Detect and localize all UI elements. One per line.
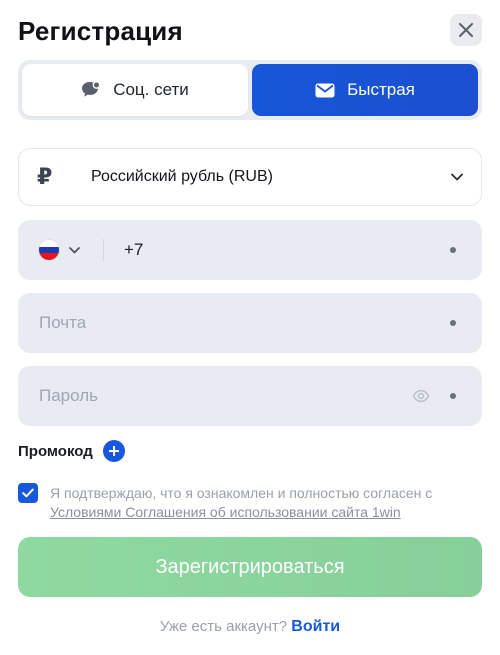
ruble-icon: ₽ (37, 164, 53, 189)
eye-icon[interactable] (412, 387, 430, 405)
login-link[interactable]: Войти (291, 618, 340, 635)
tab-social-label: Соц. сети (113, 80, 189, 99)
promo-code-label: Промокод (18, 442, 93, 460)
close-icon (459, 23, 473, 37)
agreement-text: Я подтверждаю, что я ознакомлен и полнос… (50, 485, 433, 501)
chevron-down-icon (451, 173, 463, 181)
promo-code-row: Промокод (18, 440, 125, 462)
required-indicator (450, 393, 456, 399)
agreement-checkbox[interactable] (18, 483, 38, 503)
email-field[interactable]: Почта (18, 293, 482, 353)
country-code-select[interactable] (18, 220, 103, 280)
login-prompt: Уже есть аккаунт? (159, 618, 288, 635)
email-placeholder: Почта (39, 313, 87, 332)
chat-bubble-icon (82, 81, 101, 97)
phone-field[interactable]: +7 (18, 220, 482, 280)
header: Регистрация (18, 14, 482, 50)
chevron-down-icon (69, 246, 80, 253)
password-placeholder: Пароль (39, 386, 98, 405)
checkmark-icon (22, 488, 34, 498)
russia-flag-icon (39, 240, 59, 260)
registration-tabs: Соц. сети Быстрая (18, 60, 482, 120)
register-button[interactable]: Зарегистрироваться (18, 537, 482, 597)
required-indicator (450, 320, 456, 326)
page-title: Регистрация (18, 16, 183, 46)
agreement-text-block: Я подтверждаю, что я ознакомлен и полнос… (50, 484, 490, 522)
plus-icon (108, 446, 119, 456)
close-button[interactable] (450, 14, 482, 46)
currency-select[interactable]: ₽ Российский рубль (RUB) (18, 148, 482, 206)
required-indicator (450, 247, 456, 253)
envelope-icon (315, 83, 335, 97)
tab-fast[interactable]: Быстрая (252, 64, 478, 116)
add-promo-code-button[interactable] (102, 440, 125, 462)
login-row: Уже есть аккаунт? Войти (0, 618, 500, 636)
phone-divider (103, 239, 104, 261)
tab-social-networks[interactable]: Соц. сети (22, 64, 248, 116)
tab-fast-label: Быстрая (347, 80, 415, 99)
terms-link[interactable]: Условиями Соглашения об использовании са… (50, 504, 401, 520)
currency-label: Российский рубль (RUB) (91, 168, 273, 185)
phone-code[interactable]: +7 (124, 240, 143, 260)
password-field[interactable]: Пароль (18, 366, 482, 426)
